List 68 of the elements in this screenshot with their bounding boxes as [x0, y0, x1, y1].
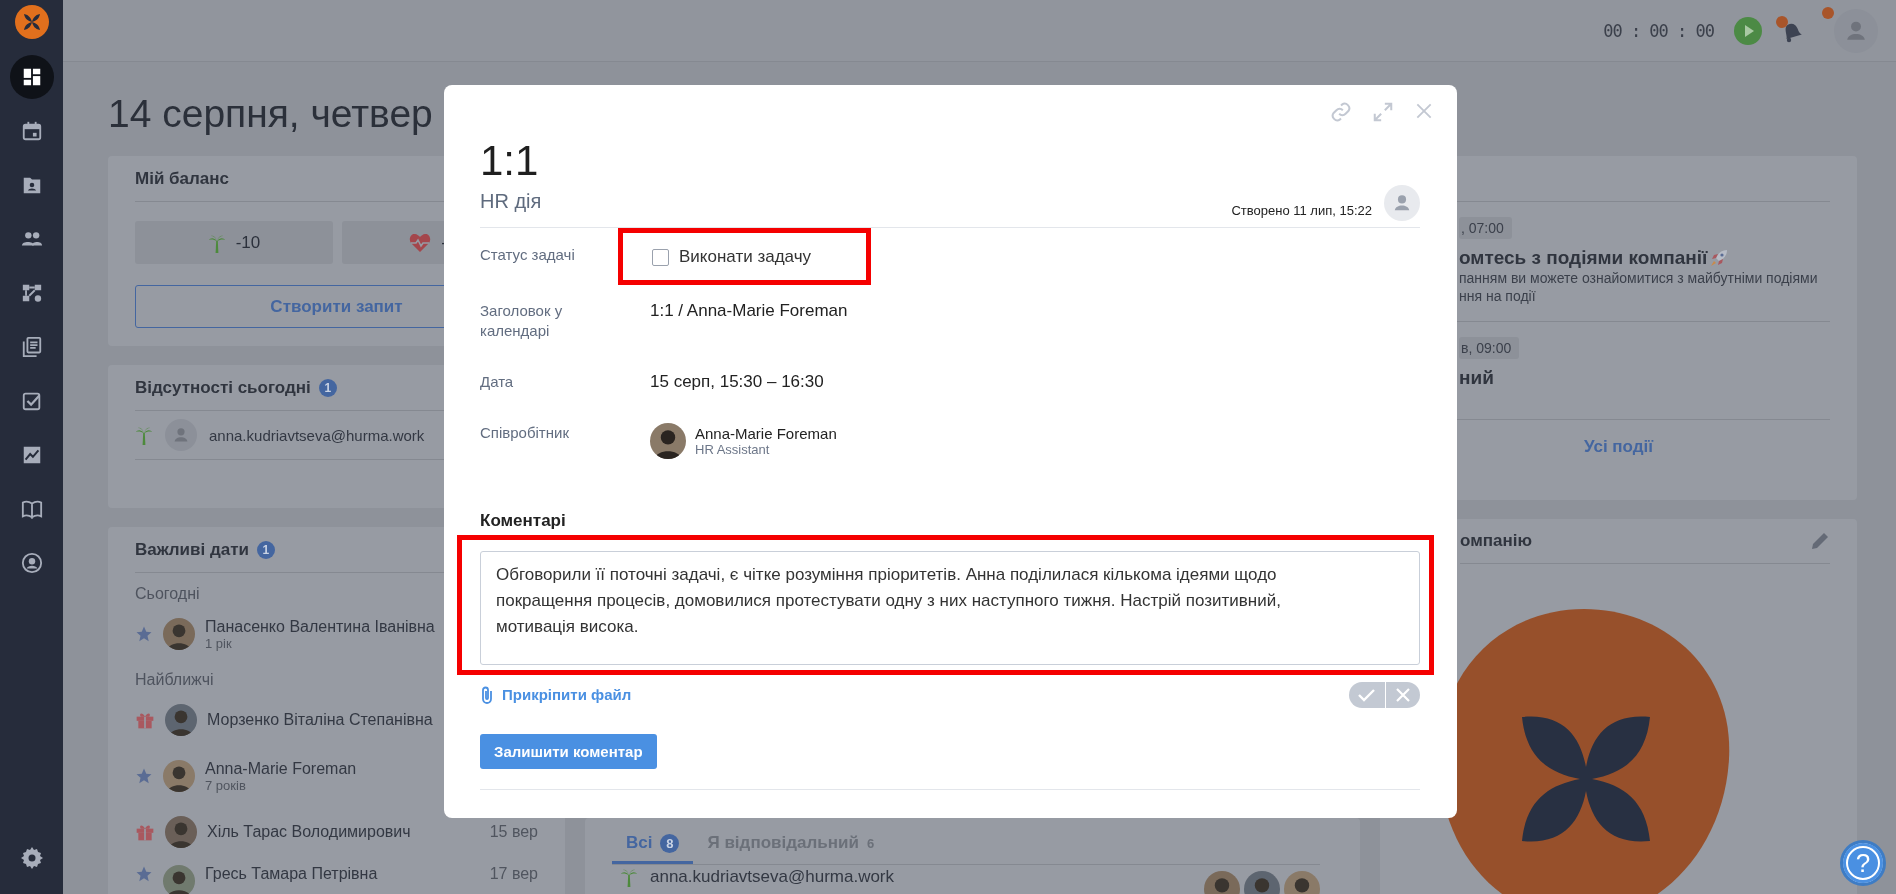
event-title[interactable]: ний	[1459, 367, 1494, 389]
avatar	[165, 704, 197, 736]
card-title: Мій баланс	[135, 168, 229, 189]
event-title[interactable]: омтесь з подіями компанії	[1459, 247, 1708, 269]
person-name[interactable]: Хіль Тарас Володимирович	[207, 823, 480, 841]
palm-tree-icon	[620, 867, 638, 887]
sidebar-item[interactable]	[9, 55, 54, 99]
comment-field[interactable]: Обговорили її поточні задачі, є чітке розуміння пріоритетів. Анна поділилася кількома ідеями щодо покращення процесів, домовилися протестувати одну з них наступного тижня. Настрій позитивний, мотивація висока.	[480, 550, 1420, 665]
employee-email[interactable]: anna.kudriavtseva@hurma.work	[209, 426, 425, 444]
profile-icon	[20, 552, 43, 574]
card-title: Відсутності сьогодні	[135, 377, 311, 398]
field-label: Співробітник	[480, 422, 570, 443]
field-label: Дата	[480, 371, 515, 392]
event-description: панням ви можете ознайомитися з майбутніми подіями	[1459, 269, 1818, 287]
star-icon	[135, 865, 153, 883]
checkbox[interactable]: Виконати задачу	[652, 245, 811, 269]
avatar	[165, 816, 197, 848]
avatar	[163, 618, 195, 650]
help-button[interactable]: ?	[1840, 840, 1886, 886]
user-placeholder-icon	[1384, 185, 1420, 221]
created-date: Створено 11 лип, 15:22	[1231, 202, 1372, 218]
section-title: Коментарі	[480, 510, 567, 531]
event-time: в, 09:00	[1459, 337, 1520, 359]
heart-pulse-icon	[409, 232, 432, 253]
event-date: 15 вер	[489, 823, 538, 841]
logo-icon[interactable]	[14, 5, 49, 39]
submit-comment-button[interactable]: Залишити коментар	[480, 733, 657, 769]
rocket-icon	[1709, 248, 1730, 268]
paperclip-icon	[480, 684, 494, 705]
avatar	[163, 760, 195, 792]
dialog-title: 1:1	[480, 137, 539, 185]
book-icon	[20, 498, 43, 520]
group-label: Найближчі	[135, 671, 214, 690]
avatar	[650, 422, 686, 459]
anniversary-text: 7 років	[205, 777, 247, 793]
field-label: Статус задачі	[480, 245, 576, 265]
anniversary-text: 1 рік	[205, 635, 233, 651]
avatar	[163, 865, 195, 894]
field-value: 15 серп, 15:30 – 16:30	[650, 371, 824, 391]
card-title: омпанію	[1460, 531, 1532, 551]
balance-value: -	[441, 232, 447, 253]
dialog-subtitle: HR дія	[480, 190, 542, 213]
count-badge: 1	[256, 540, 275, 559]
org-chart-icon	[20, 282, 43, 304]
documents-icon	[20, 336, 43, 358]
balance-value: -10	[235, 232, 261, 253]
tab[interactable]: Всі 8	[612, 825, 694, 864]
card-title: Важливі дати	[135, 539, 249, 560]
event-description: ння на події	[1459, 287, 1536, 305]
palm-tree-icon	[135, 425, 153, 445]
attach-file-link[interactable]: Прикріпити файл	[480, 684, 632, 705]
star-icon	[135, 767, 153, 785]
user-placeholder-icon	[165, 419, 197, 451]
star-icon	[135, 625, 153, 643]
employee-role: HR Assistant	[695, 441, 771, 457]
event-time: , 07:00	[1459, 217, 1512, 239]
event-date: 17 вер	[489, 865, 538, 883]
settings-icon[interactable]	[19, 846, 44, 870]
task-check-icon	[20, 390, 43, 412]
employee-name[interactable]: Anna-Marie Foreman	[695, 424, 837, 442]
count-badge: 1	[318, 378, 337, 397]
group-label: Сьогодні	[135, 585, 200, 604]
person-name[interactable]: Гресь Тамара Петрівна	[205, 865, 480, 883]
employee-email[interactable]: anna.kudriavtseva@hurma.work	[650, 867, 1192, 887]
field-value: 1:1 / Anna-Marie Foreman	[650, 300, 848, 320]
page-title: 14 серпня, четвер	[108, 91, 433, 137]
timer: 00 : 00 : 00	[1603, 20, 1714, 41]
calendar-icon	[20, 120, 43, 142]
